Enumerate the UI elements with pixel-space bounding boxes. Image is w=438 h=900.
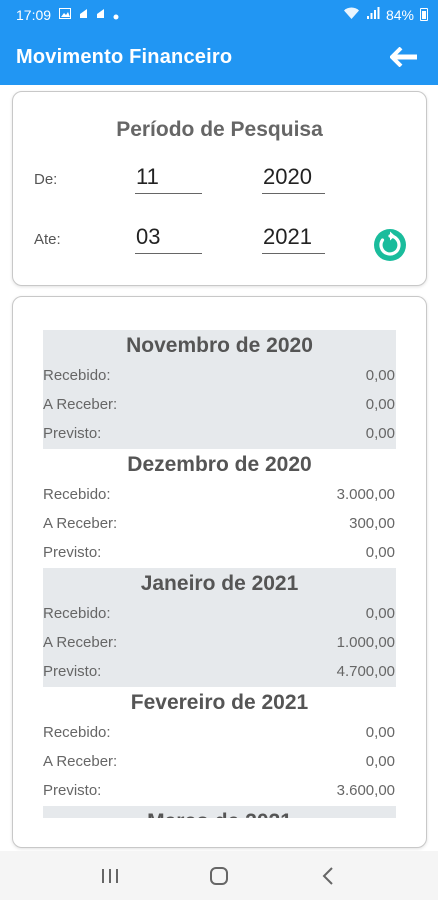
received-label: Recebido: <box>43 486 111 503</box>
received-label: Recebido: <box>43 367 111 384</box>
status-bar: 17:09 84% <box>0 0 438 29</box>
from-year-input[interactable]: 2020 <box>262 162 325 194</box>
receivable-value: 1.000,00 <box>336 634 395 651</box>
forecast-value: 4.700,00 <box>336 663 395 680</box>
home-button[interactable] <box>199 856 239 896</box>
signal-icon <box>366 6 380 23</box>
receivable-value: 300,00 <box>349 515 395 532</box>
forecast-label: Previsto: <box>43 544 102 561</box>
receivable-row: A Receber: 0,00 <box>43 390 396 419</box>
forecast-label: Previsto: <box>43 663 102 680</box>
receivable-value: 0,00 <box>365 753 395 770</box>
forecast-row: Previsto: 0,00 <box>43 538 396 567</box>
from-label: De: <box>34 171 58 188</box>
home-icon <box>209 866 228 885</box>
receivable-row: A Receber: 1.000,00 <box>43 628 396 657</box>
forecast-row: Previsto: 4.700,00 <box>43 657 396 686</box>
forecast-row: Previsto: 3.600,00 <box>43 776 396 805</box>
search-period-card: Período de Pesquisa De: 11 2020 Ate: 03 … <box>12 91 427 286</box>
received-value: 3.000,00 <box>336 486 395 503</box>
page-title: Movimento Financeiro <box>16 45 233 68</box>
search-period-title: Período de Pesquisa <box>116 118 323 141</box>
received-value: 0,00 <box>365 605 395 622</box>
receivable-row: A Receber: 300,00 <box>43 509 396 538</box>
received-row: Recebido: 0,00 <box>43 361 396 390</box>
received-row: Recebido: 0,00 <box>43 718 396 747</box>
forecast-label: Previsto: <box>43 425 102 442</box>
dot-icon <box>113 7 119 23</box>
received-value: 0,00 <box>365 724 395 741</box>
month-title: Fevereiro de 2021 <box>130 691 309 714</box>
recents-button[interactable] <box>90 856 130 896</box>
app-bar: Movimento Financeiro <box>0 29 438 85</box>
receivable-label: A Receber: <box>43 634 118 651</box>
receivable-label: A Receber: <box>43 515 118 532</box>
month-block: Fevereiro de 2021 Recebido: 0,00 A Recebe… <box>43 687 396 806</box>
to-year-input[interactable]: 2021 <box>262 222 325 254</box>
back-chevron-icon <box>322 866 334 885</box>
battery-percent: 84% <box>385 6 414 23</box>
back-button[interactable] <box>386 39 422 75</box>
forecast-value: 0,00 <box>365 544 395 561</box>
received-value: 0,00 <box>365 367 395 384</box>
month-title: Dezembro de 2020 <box>127 453 312 476</box>
month-block: Março de 2021 <box>43 806 396 818</box>
receivable-row: A Receber: 0,00 <box>43 747 396 776</box>
month-title: Janeiro de 2021 <box>140 572 299 595</box>
refresh-icon <box>374 229 406 261</box>
forecast-label: Previsto: <box>43 782 102 799</box>
arrow-left-icon <box>390 47 417 67</box>
wifi-icon <box>343 7 360 23</box>
receivable-value: 0,00 <box>365 396 395 413</box>
monthly-summary-card: Novembro de 2020 Recebido: 0,00 A Receber… <box>12 296 427 848</box>
month-title: Novembro de 2020 <box>126 334 313 357</box>
status-time: 17:09 <box>16 6 52 23</box>
forecast-row: Previsto: 0,00 <box>43 419 396 448</box>
month-title: Março de 2021 <box>43 806 396 818</box>
forecast-value: 3.600,00 <box>336 782 395 799</box>
system-nav-bar <box>0 851 438 900</box>
to-label: Ate: <box>34 231 61 248</box>
refresh-button[interactable] <box>373 228 407 262</box>
battery-icon <box>420 8 428 21</box>
received-label: Recebido: <box>43 605 111 622</box>
month-block: Dezembro de 2020 Recebido: 3.000,00 A Rec… <box>43 449 396 568</box>
notification-icon <box>96 8 105 22</box>
received-row: Recebido: 3.000,00 <box>43 480 396 509</box>
received-row: Recebido: 0,00 <box>43 599 396 628</box>
forecast-value: 0,00 <box>365 425 395 442</box>
to-month-input[interactable]: 03 <box>135 222 202 254</box>
notification-icon <box>79 8 88 22</box>
monthly-summary-list[interactable]: Novembro de 2020 Recebido: 0,00 A Receber… <box>43 330 396 818</box>
receivable-label: A Receber: <box>43 396 118 413</box>
receivable-label: A Receber: <box>43 753 118 770</box>
system-back-button[interactable] <box>308 856 348 896</box>
month-block: Janeiro de 2021 Recebido: 0,00 A Receber:… <box>43 568 396 687</box>
from-month-input[interactable]: 11 <box>135 162 202 194</box>
image-icon <box>59 7 72 22</box>
recents-icon <box>101 868 118 883</box>
month-block: Novembro de 2020 Recebido: 0,00 A Receber… <box>43 330 396 449</box>
received-label: Recebido: <box>43 724 111 741</box>
